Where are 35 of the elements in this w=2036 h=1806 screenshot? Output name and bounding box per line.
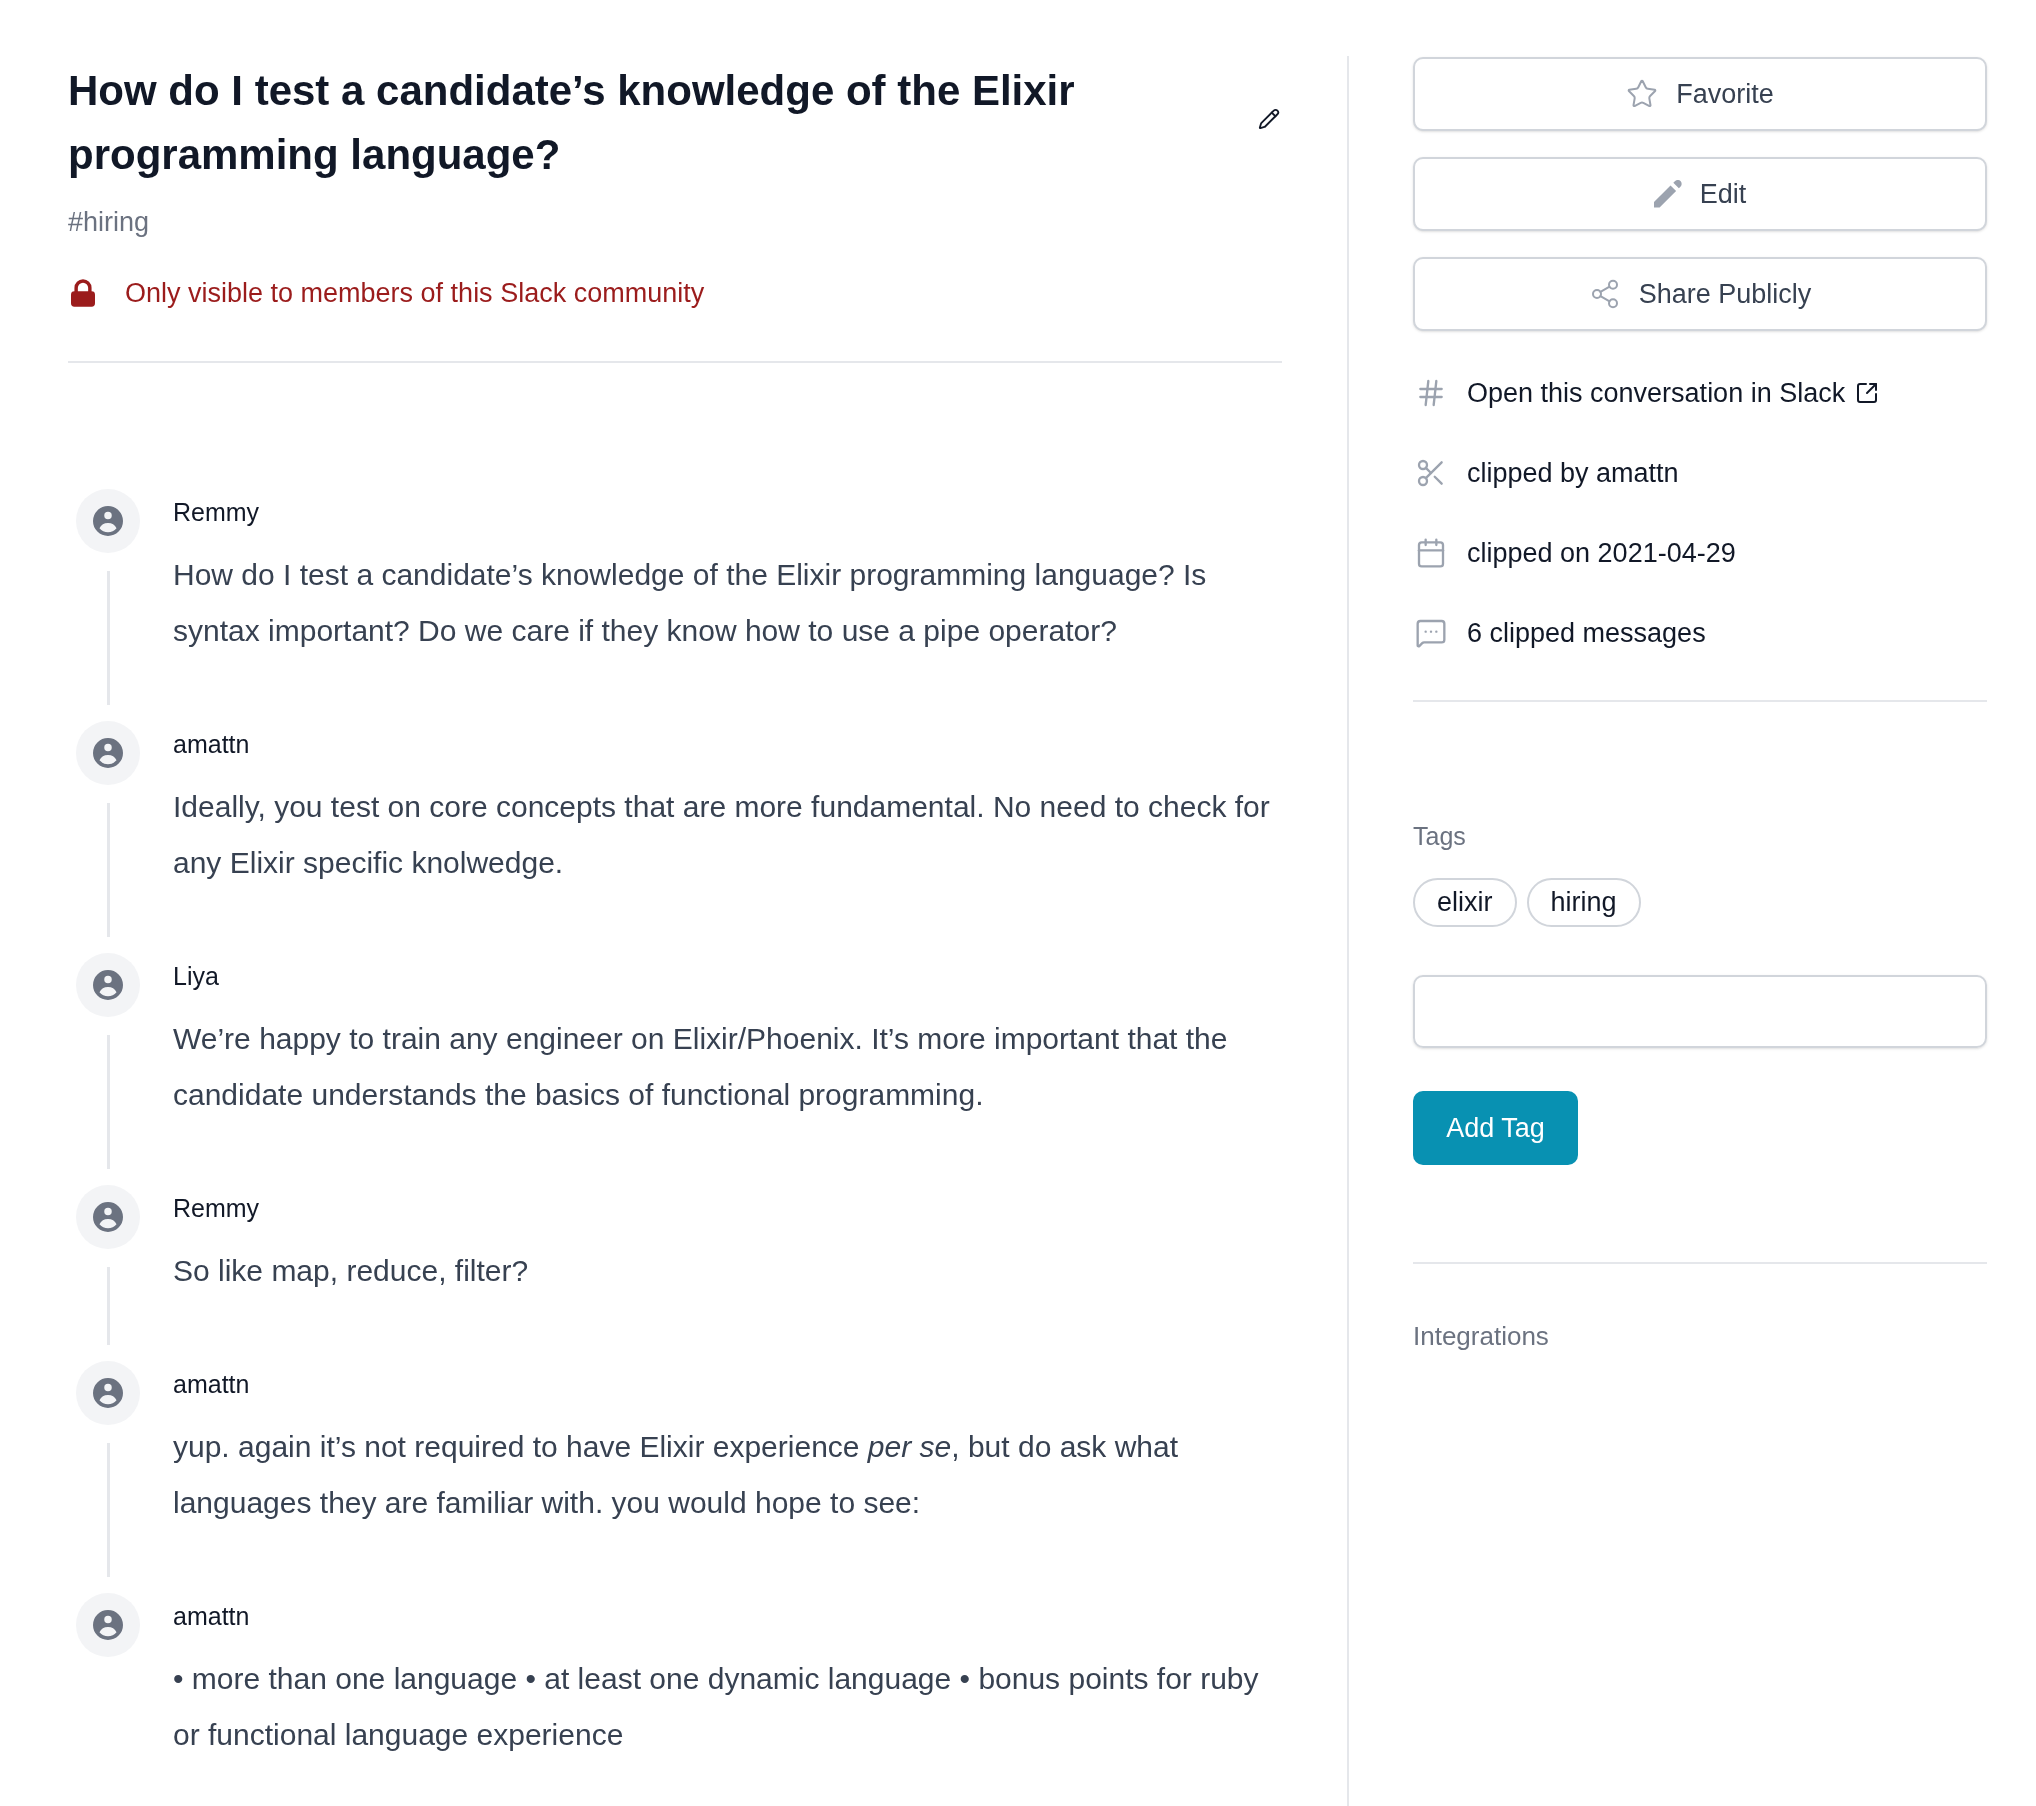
author-name: Liya — [173, 961, 219, 992]
integrations-heading: Integrations — [1413, 1320, 1549, 1353]
detail-text: clipped by amattn — [1467, 457, 1679, 490]
author-name: Remmy — [173, 1193, 260, 1224]
author-name: amattn — [173, 1369, 250, 1400]
author-name: amattn — [173, 729, 250, 760]
message-text: yup. again it’s not required to have Elixir experience per se, but do ask what languages they are familiar with. you would hope to see: — [173, 1429, 1180, 1521]
message-text: Ideally, you test on core concepts that are more fundamental. No need to check for any Elixir specific knolwedge. — [173, 789, 1271, 881]
detail-text: clipped on 2021-04-29 — [1467, 537, 1736, 570]
tag-input-field[interactable] — [1413, 975, 1987, 1048]
post-title: How do I test a candidate’s knowledge of the Elixir programming language? — [68, 66, 1076, 180]
tag-chip[interactable]: hiring — [1526, 878, 1641, 927]
detail-text: 6 clipped messages — [1467, 617, 1706, 650]
share-button[interactable]: Share Publicly — [1413, 257, 1987, 331]
pencil-icon — [1653, 180, 1682, 208]
add-tag-button[interactable]: Add Tag — [1413, 1091, 1578, 1165]
chat-bubble-icon — [1415, 617, 1447, 649]
slack-link[interactable]: Open this conversation in Slack — [1467, 375, 1846, 411]
tags-heading: Tags — [1413, 821, 1466, 852]
message-text: So like map, reduce, filter? — [173, 1253, 529, 1289]
tag-chip[interactable]: elixir — [1413, 878, 1517, 927]
visibility-notice: Only visible to members of this Slack community — [125, 277, 705, 310]
author-name: Remmy — [173, 497, 260, 528]
message-text: How do I test a candidate’s knowledge of the Elixir programming language? Is syntax important? Do we care if they know how to use a pipe operator? — [173, 557, 1208, 649]
message-text: • more than one language • at least one dynamic language • bonus points for ruby or functional language experience — [173, 1661, 1260, 1753]
edit-button[interactable]: Edit — [1413, 157, 1987, 231]
favorite-button[interactable]: Favorite — [1413, 57, 1987, 131]
star-icon — [1626, 78, 1659, 110]
calendar-icon — [1415, 537, 1447, 569]
lock-icon — [71, 279, 95, 307]
message-text: We’re happy to train any engineer on Elixir/Phoenix. It’s more important that the candidate understands the basics of functional programming. — [173, 1021, 1229, 1113]
author-name: amattn — [173, 1601, 250, 1632]
external-link-icon[interactable] — [1855, 381, 1880, 405]
edit-icon[interactable] — [1258, 108, 1280, 130]
channel-label: #hiring — [68, 206, 150, 239]
